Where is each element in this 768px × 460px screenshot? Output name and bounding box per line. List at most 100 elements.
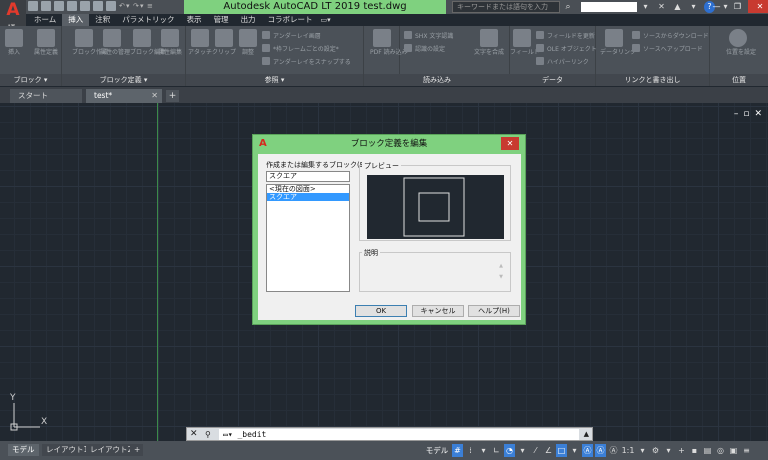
- save-as-icon[interactable]: [67, 1, 77, 11]
- update-fields-button[interactable]: フィールドを更新: [536, 30, 595, 40]
- exchange-icon[interactable]: ✕: [656, 1, 667, 13]
- recognition-settings-button[interactable]: 認識の設定: [404, 43, 445, 53]
- viewport-restore-icon[interactable]: ▫: [743, 109, 749, 119]
- download-from-source-button[interactable]: ソースからダウンロード: [632, 30, 709, 40]
- ortho-icon[interactable]: ∟: [491, 444, 502, 457]
- isodraft-icon[interactable]: ⁄: [530, 444, 541, 457]
- grid-icon[interactable]: #: [452, 444, 463, 457]
- tab-insert[interactable]: 挿入: [62, 14, 90, 26]
- tab-parametric[interactable]: パラメトリック: [116, 14, 180, 26]
- search-input[interactable]: キーワードまたは語句を入力: [452, 1, 560, 13]
- help-button[interactable]: ヘルプ(H): [468, 305, 520, 317]
- scale-value[interactable]: 1:1: [621, 444, 635, 457]
- combine-text-button[interactable]: 文字を合成: [474, 29, 504, 71]
- user-dropdown-icon[interactable]: ▾: [640, 1, 651, 13]
- tab-output[interactable]: 出力: [235, 14, 262, 26]
- hyperlink-button[interactable]: ハイパーリンク: [536, 56, 589, 66]
- ok-button[interactable]: OK: [355, 305, 407, 317]
- panel-title-data[interactable]: データ: [510, 74, 595, 86]
- command-line-settings-icon[interactable]: ⚲: [205, 428, 211, 441]
- list-item-current-drawing[interactable]: <現在の図面>: [267, 185, 349, 193]
- panel-title-block[interactable]: ブロック ▾: [0, 74, 61, 86]
- command-line-close-icon[interactable]: ✕: [190, 428, 198, 441]
- ole-object-button[interactable]: OLE オブジェクト: [536, 43, 597, 53]
- autodesk-a360-icon[interactable]: ▲: [672, 1, 683, 13]
- new-icon[interactable]: [28, 1, 38, 11]
- edit-attribute-button[interactable]: 属性編集: [158, 29, 182, 71]
- a360-dropdown-icon[interactable]: ▾: [688, 1, 699, 13]
- snap-icon[interactable]: ⁞: [465, 444, 476, 457]
- restore-icon[interactable]: ❐: [727, 0, 748, 13]
- open-icon[interactable]: [41, 1, 51, 11]
- adjust-button[interactable]: 調整: [236, 29, 260, 71]
- close-tab-icon[interactable]: ✕: [151, 89, 158, 103]
- clean-screen-icon[interactable]: ▣: [728, 444, 739, 457]
- plot-icon[interactable]: [106, 1, 116, 11]
- insert-block-button[interactable]: 挿入: [2, 29, 26, 71]
- osnap-icon[interactable]: □: [556, 444, 567, 457]
- workspace-gear-icon[interactable]: ⚙: [650, 444, 661, 457]
- undo-dropdown-icon[interactable]: ▾: [126, 1, 130, 11]
- command-input[interactable]: ▭▾ _bedit: [219, 429, 579, 440]
- pdf-import-button[interactable]: PDF 読み込み: [370, 29, 408, 71]
- layout-tab-model[interactable]: モデル: [8, 444, 39, 456]
- tab-manage[interactable]: 管理: [208, 14, 235, 26]
- command-history-icon[interactable]: ▲: [584, 428, 589, 441]
- attach-button[interactable]: アタッチ: [188, 29, 212, 71]
- object-tracking-icon[interactable]: ∠: [543, 444, 554, 457]
- clip-button[interactable]: クリップ: [212, 29, 236, 71]
- save-icon[interactable]: [54, 1, 64, 11]
- close-icon[interactable]: ✕: [748, 0, 768, 13]
- underlay-layers-button[interactable]: アンダーレイ画層: [262, 30, 321, 40]
- panel-title-location[interactable]: 位置: [710, 74, 768, 86]
- minimize-icon[interactable]: —: [706, 0, 727, 13]
- layout-tab-layout1[interactable]: レイアウト1: [42, 444, 93, 456]
- panel-title-reference[interactable]: 参照 ▾: [186, 74, 363, 86]
- cancel-button[interactable]: キャンセル: [412, 305, 464, 317]
- set-location-button[interactable]: 位置を設定: [726, 29, 756, 71]
- isolate-objects-icon[interactable]: ◎: [715, 444, 726, 457]
- redo-icon[interactable]: ↷: [133, 1, 139, 11]
- viewport-close-icon[interactable]: ✕: [754, 109, 762, 119]
- quick-properties-icon[interactable]: ▤: [702, 444, 713, 457]
- description-scrollbar[interactable]: ▲ ▼: [498, 261, 504, 283]
- manage-attributes-button[interactable]: 属性の管理: [100, 29, 130, 71]
- scale-dropdown-icon[interactable]: ▾: [637, 444, 648, 457]
- create-block-button[interactable]: ブロック作成: [72, 29, 108, 71]
- polar-dropdown-icon[interactable]: ▾: [517, 444, 528, 457]
- list-item-square[interactable]: スクエア: [267, 193, 349, 201]
- osnap-dropdown-icon[interactable]: ▾: [569, 444, 580, 457]
- panel-title-block-definition[interactable]: ブロック定義 ▾: [62, 74, 185, 86]
- tab-collaborate[interactable]: コラボレート: [262, 14, 319, 26]
- qat-customize-icon[interactable]: ≡: [147, 1, 153, 11]
- workspace-dropdown-icon[interactable]: ▾: [663, 444, 674, 457]
- ribbon-display-toggle-icon[interactable]: ▭▾: [319, 14, 333, 26]
- file-tab-test[interactable]: test* ✕: [86, 89, 162, 103]
- polar-icon[interactable]: ◔: [504, 444, 515, 457]
- snap-underlays-button[interactable]: アンダーレイをスナップする: [262, 56, 351, 66]
- auto-scale-icon[interactable]: Ⓐ: [595, 444, 606, 457]
- sign-in-field[interactable]: [581, 2, 637, 12]
- field-button[interactable]: フィールド: [510, 29, 540, 71]
- tab-view[interactable]: 表示: [181, 14, 208, 26]
- define-attributes-button[interactable]: 属性定義: [32, 29, 60, 71]
- binoculars-icon[interactable]: ⌕: [562, 1, 574, 13]
- upload-to-source-button[interactable]: ソースへアップロード: [632, 43, 703, 53]
- open-web-icon[interactable]: [80, 1, 90, 11]
- save-web-icon[interactable]: [93, 1, 103, 11]
- frames-setting-button[interactable]: *枠フレームごとの設定*: [262, 43, 339, 53]
- tab-annotate[interactable]: 注釈: [89, 14, 116, 26]
- add-layout-button[interactable]: +: [130, 444, 143, 456]
- model-space-button[interactable]: モデル: [424, 444, 450, 457]
- block-name-input[interactable]: スクエア: [266, 171, 350, 182]
- data-link-button[interactable]: データリンク: [600, 29, 636, 71]
- customization-icon[interactable]: ≡: [741, 444, 752, 457]
- units-icon[interactable]: ▪: [689, 444, 700, 457]
- panel-title-links[interactable]: リンクと書き出し: [596, 74, 709, 86]
- dialog-title-bar[interactable]: A ブロック定義を編集 ✕: [253, 135, 525, 153]
- annotation-scale-icon[interactable]: Ⓐ: [608, 444, 619, 457]
- application-menu-button[interactable]: A LT: [0, 0, 26, 31]
- shx-recognition-button[interactable]: SHX 文字認識: [404, 30, 453, 40]
- tab-home[interactable]: ホーム: [28, 14, 62, 26]
- snap-dropdown-icon[interactable]: ▾: [478, 444, 489, 457]
